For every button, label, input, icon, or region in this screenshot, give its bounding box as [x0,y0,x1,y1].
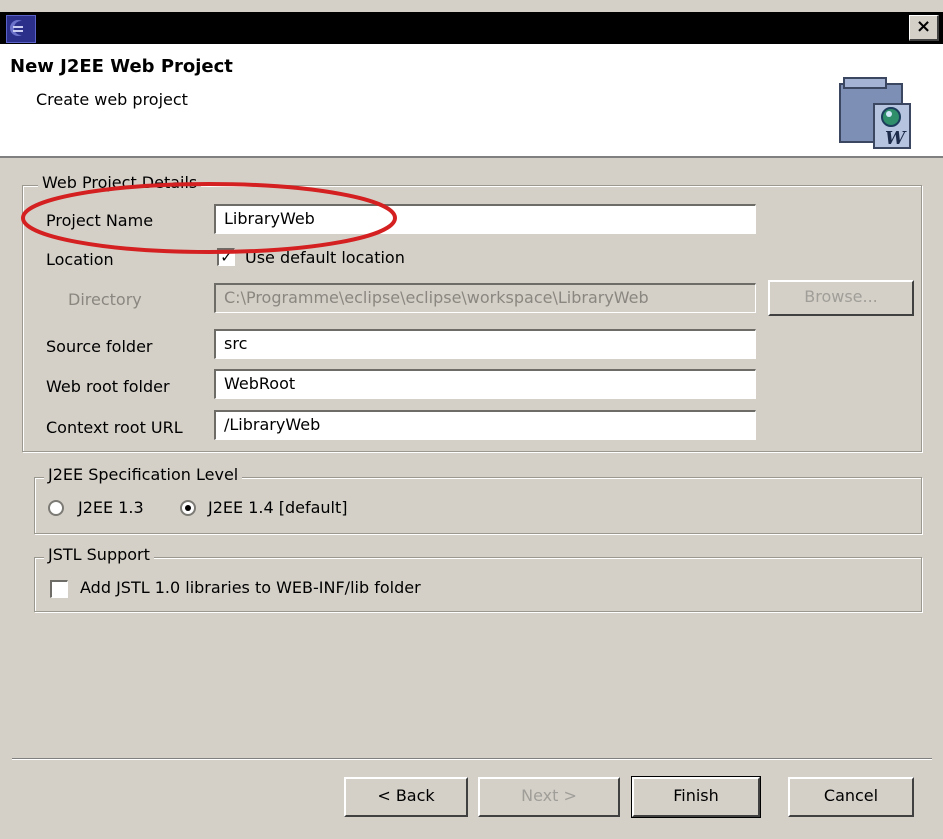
j2ee-14-label: J2EE 1.4 [default] [208,498,348,517]
jstl-checkbox-label: Add JSTL 1.0 libraries to WEB-INF/lib fo… [80,578,421,597]
jstl-checkbox[interactable] [50,580,68,598]
web-root-folder-label: Web root folder [46,377,170,396]
web-project-icon: W [834,74,914,154]
next-button: Next > [478,777,620,817]
finish-button[interactable]: Finish [631,776,761,818]
spec-level-group [34,477,922,534]
svg-text:W: W [885,128,907,149]
spec-level-legend: J2EE Specification Level [44,465,243,484]
source-folder-field[interactable]: src [214,329,756,359]
context-root-url-field[interactable]: /LibraryWeb [214,410,756,440]
directory-label: Directory [68,290,142,309]
page-subtitle: Create web project [36,90,188,109]
close-button[interactable]: × [909,15,939,41]
j2ee-13-label: J2EE 1.3 [78,498,144,517]
directory-field: C:\Programme\eclipse\eclipse\workspace\L… [214,283,756,313]
button-separator [12,758,932,760]
web-root-folder-field[interactable]: WebRoot [214,369,756,399]
wizard-dialog: × New J2EE Web Project Create web projec… [0,0,943,839]
wizard-header: New J2EE Web Project Create web project … [0,44,943,158]
back-button[interactable]: < Back [344,777,468,817]
title-bar[interactable]: × [0,12,943,44]
browse-button: Browse... [768,280,914,316]
j2ee-13-radio[interactable] [48,500,64,516]
cancel-button[interactable]: Cancel [788,777,914,817]
jstl-legend: JSTL Support [44,545,154,564]
source-folder-label: Source folder [46,337,153,356]
page-title: New J2EE Web Project [10,56,233,77]
j2ee-14-radio[interactable] [180,500,196,516]
context-root-url-label: Context root URL [46,418,183,437]
eclipse-icon [6,15,36,43]
highlight-ellipse [21,182,397,254]
